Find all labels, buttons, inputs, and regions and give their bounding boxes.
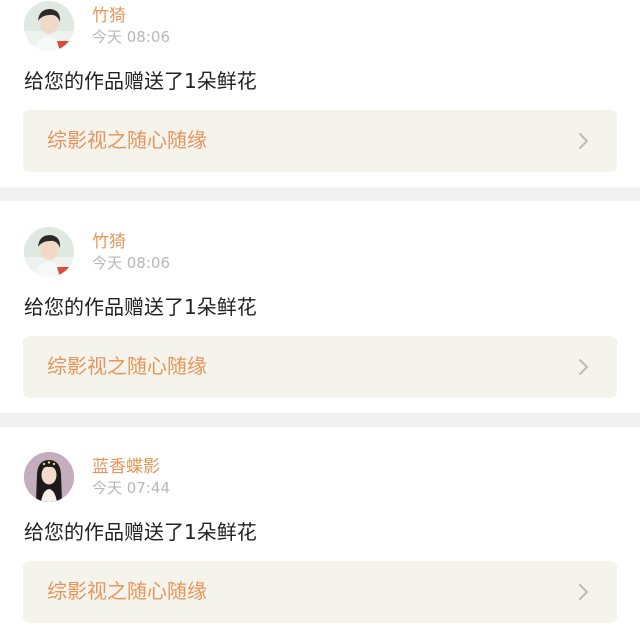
section-divider [0,187,640,201]
chevron-right-icon [579,133,588,149]
user-avatar[interactable] [24,1,74,51]
notification-feed: 竹猗 今天 08:06 给您的作品赠送了1朵鲜花 综影视之随心随缘 竹猗 今天 … [0,0,640,628]
work-title: 综影视之随心随缘 [47,354,207,378]
notification-card: 竹猗 今天 08:06 给您的作品赠送了1朵鲜花 综影视之随心随缘 [0,0,640,187]
user-avatar[interactable] [24,452,74,502]
timestamp: 今天 08:06 [92,254,170,272]
work-link[interactable]: 综影视之随心随缘 [23,110,617,172]
female-avatar-icon [24,452,74,502]
notification-card: 蓝香蝶影 今天 07:44 给您的作品赠送了1朵鲜花 综影视之随心随缘 [0,427,640,628]
male-avatar-icon [24,1,74,51]
user-name[interactable]: 竹猗 [92,6,126,26]
notification-message: 给您的作品赠送了1朵鲜花 [24,69,257,93]
male-avatar-icon [24,227,74,277]
chevron-right-icon [579,359,588,375]
user-avatar[interactable] [24,227,74,277]
timestamp: 今天 07:44 [92,479,170,497]
work-title: 综影视之随心随缘 [47,579,207,603]
work-link[interactable]: 综影视之随心随缘 [23,561,617,623]
user-name[interactable]: 竹猗 [92,232,126,252]
notification-message: 给您的作品赠送了1朵鲜花 [24,295,257,319]
work-link[interactable]: 综影视之随心随缘 [23,336,617,398]
work-title: 综影视之随心随缘 [47,128,207,152]
timestamp: 今天 08:06 [92,28,170,46]
user-name[interactable]: 蓝香蝶影 [92,457,160,477]
chevron-right-icon [579,584,588,600]
section-divider [0,413,640,427]
notification-card: 竹猗 今天 08:06 给您的作品赠送了1朵鲜花 综影视之随心随缘 [0,201,640,413]
notification-message: 给您的作品赠送了1朵鲜花 [24,520,257,544]
